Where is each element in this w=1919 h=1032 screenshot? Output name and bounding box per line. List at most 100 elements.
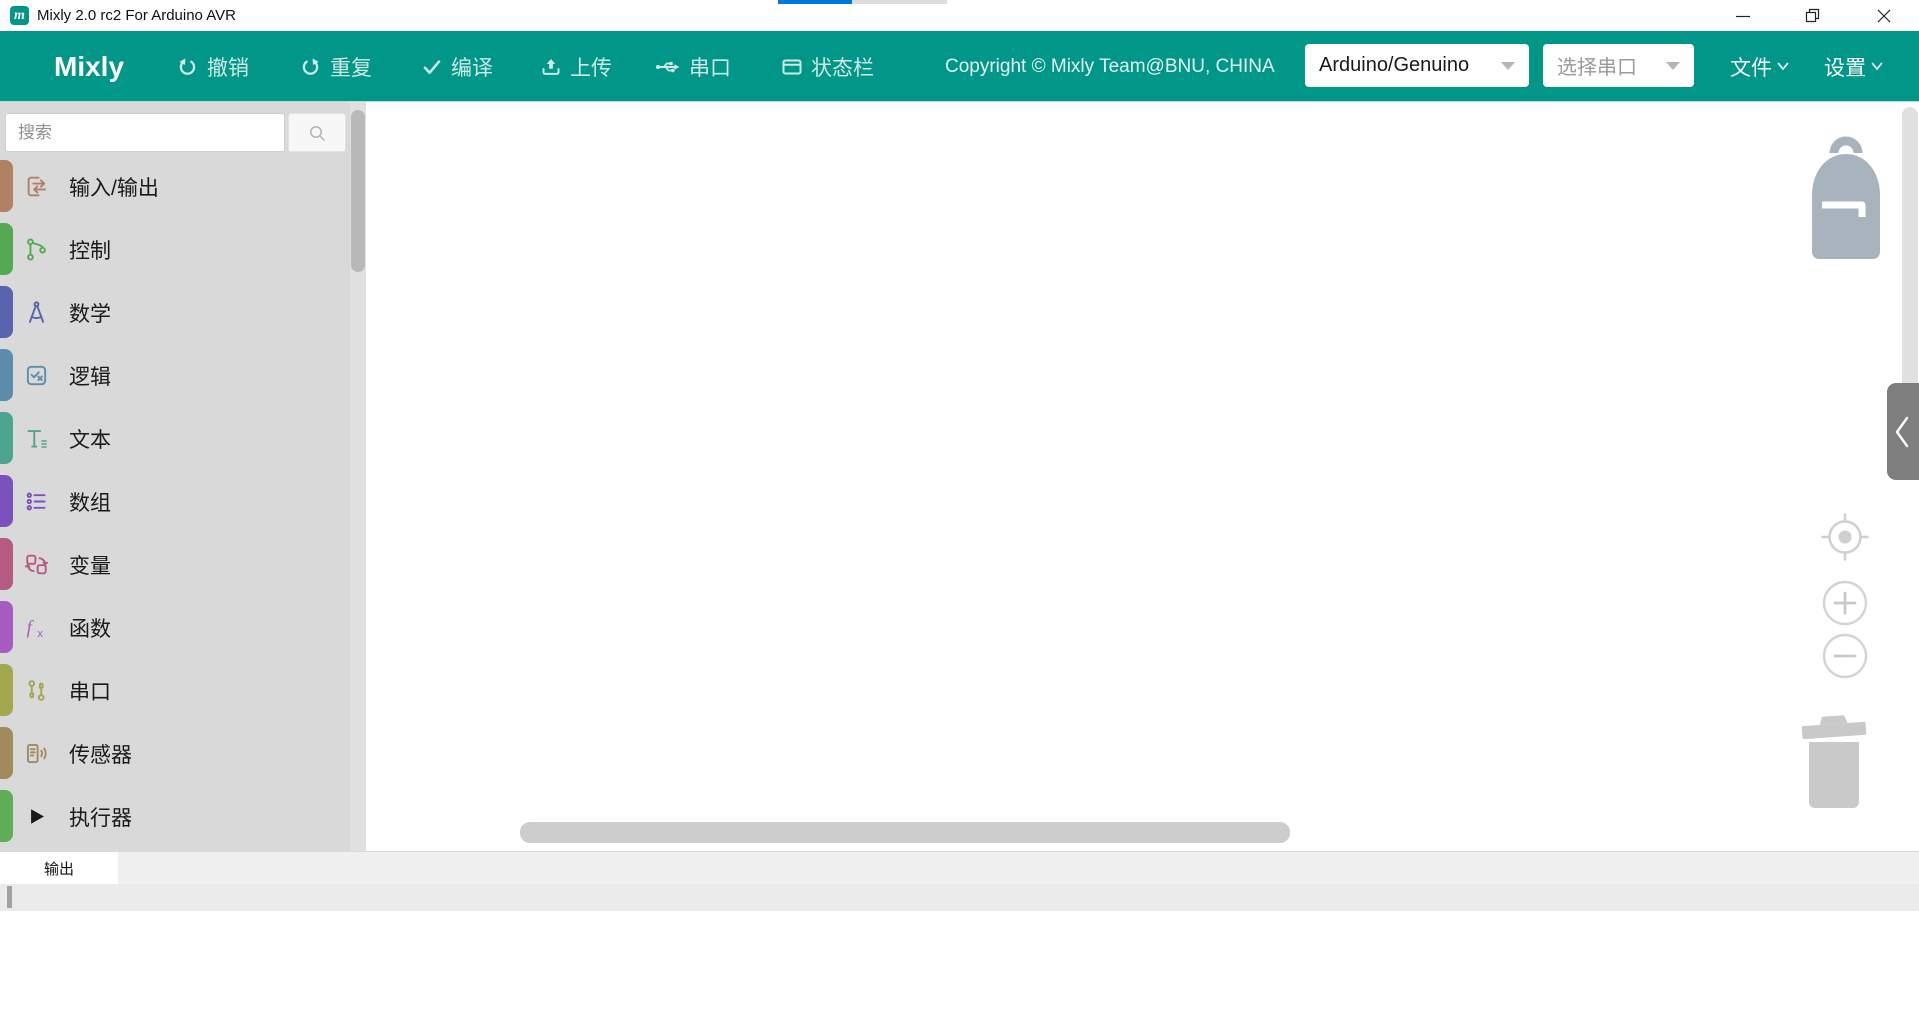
backpack-icon[interactable]: [1804, 131, 1888, 259]
chevron-down-icon: [1871, 62, 1883, 71]
serial-monitor-button[interactable]: 串口: [655, 31, 731, 102]
trash-icon[interactable]: [1800, 710, 1868, 810]
console-caret: [7, 886, 12, 908]
collapse-panel-tab[interactable]: [1887, 383, 1919, 480]
actuator-icon: [23, 803, 50, 830]
sidebar-item-text[interactable]: 文本: [0, 407, 350, 470]
chevron-down-icon: [1777, 62, 1789, 71]
redo-icon: [299, 55, 322, 78]
sidebar-item-sensor[interactable]: 传感器: [0, 722, 350, 785]
board-selector[interactable]: Arduino/Genuino: [1305, 44, 1529, 87]
output-console[interactable]: [0, 911, 1919, 1032]
function-icon: f x: [23, 614, 50, 641]
sensor-icon: [23, 740, 50, 767]
port-selector[interactable]: 选择串口: [1543, 44, 1694, 87]
text-icon-slot: [23, 425, 50, 452]
sidebar-item-label: 串口: [69, 676, 111, 706]
sidebar-item-math[interactable]: 数学: [0, 281, 350, 344]
svg-text:f: f: [27, 618, 35, 639]
redo-label: 重复: [330, 52, 372, 82]
upload-label: 上传: [570, 52, 612, 82]
mixly-window: m Mixly 2.0 rc2 For Arduino AVR Mixly: [0, 0, 1919, 1032]
sidebar-item-label: 函数: [69, 613, 111, 643]
compile-label: 编译: [451, 52, 493, 82]
svg-text:x: x: [37, 628, 43, 640]
sidebar-item-serial[interactable]: 串口: [0, 659, 350, 722]
close-button[interactable]: [1863, 0, 1905, 31]
category-color-bar: [0, 160, 13, 212]
category-color-bar: [0, 286, 13, 338]
category-color-bar: [0, 790, 13, 842]
check-icon: [421, 56, 443, 78]
close-icon: [1877, 9, 1891, 23]
tab-output[interactable]: 输出: [0, 852, 118, 885]
control-icon: [23, 236, 50, 263]
category-color-bar: [0, 664, 13, 716]
math-icon-slot: [23, 299, 50, 326]
canvas-horizontal-scrollbar[interactable]: [520, 822, 1290, 843]
file-menu[interactable]: 文件: [1730, 31, 1789, 102]
restore-button[interactable]: [1791, 0, 1833, 31]
minimize-button[interactable]: [1722, 0, 1764, 31]
sidebar-item-array[interactable]: 数组: [0, 470, 350, 533]
category-color-bar: [0, 727, 13, 779]
undo-label: 撤销: [207, 52, 249, 82]
upload-button[interactable]: 上传: [540, 31, 612, 102]
zoom-reset-button[interactable]: [1819, 511, 1871, 563]
chevron-left-icon: [1892, 412, 1914, 452]
sidebar-scrollbar-track[interactable]: [350, 102, 366, 851]
redo-button[interactable]: 重复: [299, 31, 372, 102]
progress-track: [852, 0, 947, 4]
math-icon: [23, 299, 50, 326]
category-color-bar: [0, 349, 13, 401]
copyright-text: Copyright © Mixly Team@BNU, CHINA: [945, 31, 1275, 102]
brand-label: Mixly: [54, 31, 124, 102]
sensor-icon-slot: [23, 740, 50, 767]
titlebar: m Mixly 2.0 rc2 For Arduino AVR: [0, 0, 1919, 31]
file-menu-label: 文件: [1730, 52, 1772, 82]
serial-icon: [23, 677, 50, 704]
restore-icon: [1805, 8, 1820, 23]
function-icon-slot: f x: [23, 614, 50, 641]
undo-icon: [176, 55, 199, 78]
category-list: 输入/输出 控制 数学 逻辑 文本 数组: [0, 155, 350, 848]
zoom-in-button[interactable]: [1822, 580, 1868, 626]
search-input[interactable]: [5, 113, 285, 152]
variable-icon: [23, 551, 50, 578]
window-title: Mixly 2.0 rc2 For Arduino AVR: [37, 0, 236, 31]
chevron-down-icon: [1501, 62, 1515, 70]
statusbar-button[interactable]: 状态栏: [781, 31, 874, 102]
output-tabbar: 输出: [0, 851, 1919, 884]
search-button[interactable]: [288, 113, 346, 152]
sidebar-item-variable[interactable]: 变量: [0, 533, 350, 596]
zoom-out-button[interactable]: [1822, 633, 1868, 679]
sidebar-item-actuator[interactable]: 执行器: [0, 785, 350, 848]
sidebar-item-label: 文本: [69, 424, 111, 454]
top-progress-bar: [778, 0, 947, 4]
sidebar-item-label: 变量: [69, 550, 111, 580]
logic-icon: [23, 362, 50, 389]
undo-button[interactable]: 撤销: [176, 31, 249, 102]
sidebar-item-function[interactable]: f x 函数: [0, 596, 350, 659]
sidebar-item-control[interactable]: 控制: [0, 218, 350, 281]
sidebar-item-label: 逻辑: [69, 361, 111, 391]
compile-button[interactable]: 编译: [421, 31, 493, 102]
sidebar-item-label: 输入/输出: [69, 172, 159, 202]
console-top-strip: [0, 884, 1919, 911]
sidebar-item-logic[interactable]: 逻辑: [0, 344, 350, 407]
control-icon-slot: [23, 236, 50, 263]
main-toolbar: Mixly 撤销 重复 编译: [0, 31, 1919, 102]
blockly-workspace[interactable]: [366, 102, 1919, 851]
category-color-bar: [0, 223, 13, 275]
category-color-bar: [0, 412, 13, 464]
array-icon-slot: [23, 488, 50, 515]
category-color-bar: [0, 475, 13, 527]
io-icon: [23, 173, 50, 200]
sidebar-scrollbar-thumb[interactable]: [351, 110, 365, 272]
sidebar-item-label: 数组: [69, 487, 111, 517]
serial-icon-slot: [23, 677, 50, 704]
sidebar-item-io[interactable]: 输入/输出: [0, 155, 350, 218]
settings-menu-label: 设置: [1824, 52, 1866, 82]
settings-menu[interactable]: 设置: [1824, 31, 1883, 102]
progress-filled: [778, 0, 852, 4]
